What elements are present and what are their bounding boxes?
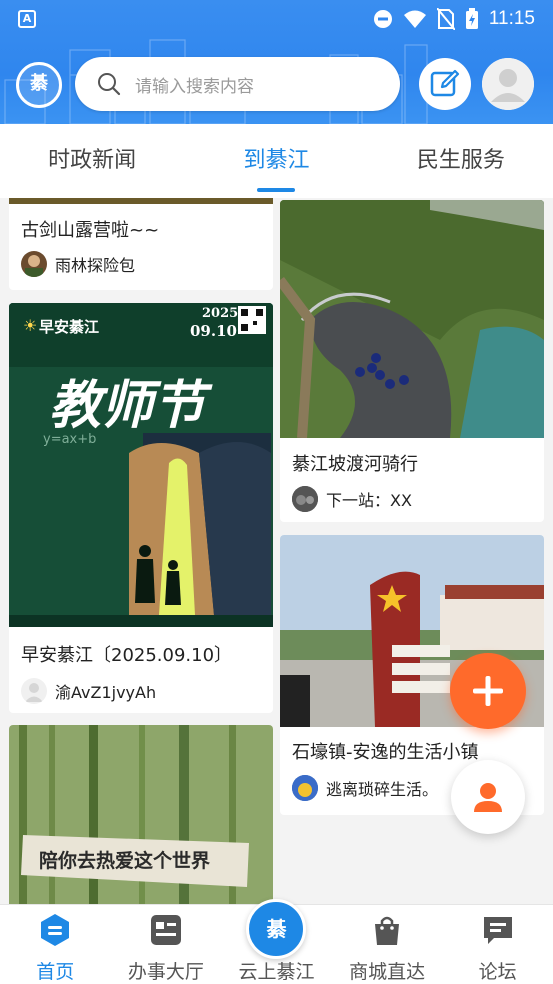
app-notification-icon: A (18, 10, 36, 28)
search-bar[interactable]: 请输入搜索内容 (75, 57, 400, 111)
nav-cloud-qijiang[interactable]: 綦 云上綦江 (221, 899, 332, 983)
nav-service-hall-label: 办事大厅 (127, 961, 204, 983)
card-image: 陪你去热爱这个世界 (9, 725, 273, 904)
search-icon (98, 73, 121, 96)
nav-shop-label: 商城直达 (349, 961, 426, 983)
card-author[interactable]: 渝AvZ1jvyAh (21, 678, 156, 704)
add-post-button[interactable] (450, 653, 526, 729)
nav-home-label: 首页 (36, 961, 75, 983)
status-bar: A 11:15 (0, 0, 553, 38)
card-image (9, 198, 273, 204)
category-tabs: 时政新闻 到綦江 民生服务 (0, 124, 553, 198)
cycling-photo (280, 200, 544, 438)
no-sim-icon (436, 8, 455, 30)
author-avatar (292, 775, 318, 801)
nav-forum[interactable]: 论坛 (442, 905, 553, 983)
feed-card[interactable]: ☀ 早安綦江 2025 09.10 教师节 y=ax+b 早安綦江〔2025.0… (9, 303, 273, 713)
poster-headline: 教师节 (49, 375, 213, 436)
feed-card[interactable]: 古剑山露营啦~~ 雨林探险包 (9, 198, 273, 290)
author-avatar (292, 486, 318, 512)
user-avatar-icon (482, 58, 534, 110)
author-name: 下一站：XX (326, 491, 412, 510)
edit-icon (430, 69, 460, 97)
battery-charging-icon (465, 8, 478, 29)
nav-cloud-qijiang-label: 云上綦江 (238, 961, 315, 983)
author-name: 逃离琐碎生活。 (326, 780, 439, 799)
nav-forum-label: 论坛 (478, 961, 517, 983)
profile-avatar-button[interactable] (482, 58, 534, 110)
teachers-day-poster: ☀ 早安綦江 2025 09.10 教师节 y=ax+b (9, 303, 273, 627)
poster-brand-text: 早安綦江 (39, 318, 99, 336)
tab-livelihood-services[interactable]: 民生服务 (369, 124, 553, 198)
nav-service-hall[interactable]: 办事大厅 (111, 905, 222, 983)
post-edit-button[interactable] (419, 58, 471, 110)
nav-home[interactable]: 首页 (0, 905, 111, 983)
nav-shop[interactable]: 商城直达 (332, 905, 443, 983)
card-author[interactable]: 雨林探险包 (21, 251, 135, 277)
plus-icon (473, 676, 503, 706)
forum-icon (481, 913, 515, 947)
author-name: 雨林探险包 (55, 256, 136, 275)
dnd-icon (373, 10, 392, 28)
card-author[interactable]: 逃离琐碎生活。 (292, 775, 438, 801)
card-title: 古剑山露营啦~~ (21, 220, 160, 241)
app-logo[interactable]: 綦 (16, 62, 62, 108)
tab-visit-qijiang[interactable]: 到綦江 (184, 124, 368, 198)
search-placeholder[interactable]: 请输入搜索内容 (135, 72, 254, 97)
card-image (280, 200, 544, 438)
tab-politics-news[interactable]: 时政新闻 (0, 124, 184, 198)
logo-icon: 綦 (246, 899, 307, 959)
bottom-navigation: 首页 办事大厅 綦 云上綦江 商城直达 论坛 (0, 899, 553, 983)
my-profile-float-button[interactable] (451, 760, 525, 834)
hall-icon (149, 913, 183, 947)
wifi-icon (403, 10, 426, 28)
card-image: ☀ 早安綦江 2025 09.10 教师节 y=ax+b (9, 303, 273, 627)
feed-card[interactable]: 綦江坡渡河骑行 下一站：XX (280, 200, 544, 522)
card-author[interactable]: 下一站：XX (292, 486, 412, 512)
card-title: 早安綦江〔2025.09.10〕 (21, 645, 233, 666)
bamboo-photo: 陪你去热爱这个世界 (9, 725, 273, 904)
banner-text: 陪你去热爱这个世界 (39, 849, 210, 872)
poster-year: 2025 (202, 306, 238, 321)
poster-brand: ☀ (23, 316, 37, 335)
home-icon (38, 913, 72, 947)
shop-icon (370, 913, 404, 947)
app-header: A 11:15 綦 请输入搜索内容 (0, 0, 553, 124)
author-avatar (21, 251, 47, 277)
author-avatar (21, 678, 47, 704)
author-name: 渝AvZ1jvyAh (55, 683, 157, 702)
card-title: 綦江坡渡河骑行 (292, 454, 418, 475)
poster-date: 09.10 (190, 322, 237, 340)
clock: 11:15 (488, 8, 535, 29)
user-icon (474, 783, 502, 812)
feed-card[interactable]: 陪你去热爱这个世界 (9, 725, 273, 904)
poster-formula: y=ax+b (43, 432, 96, 447)
